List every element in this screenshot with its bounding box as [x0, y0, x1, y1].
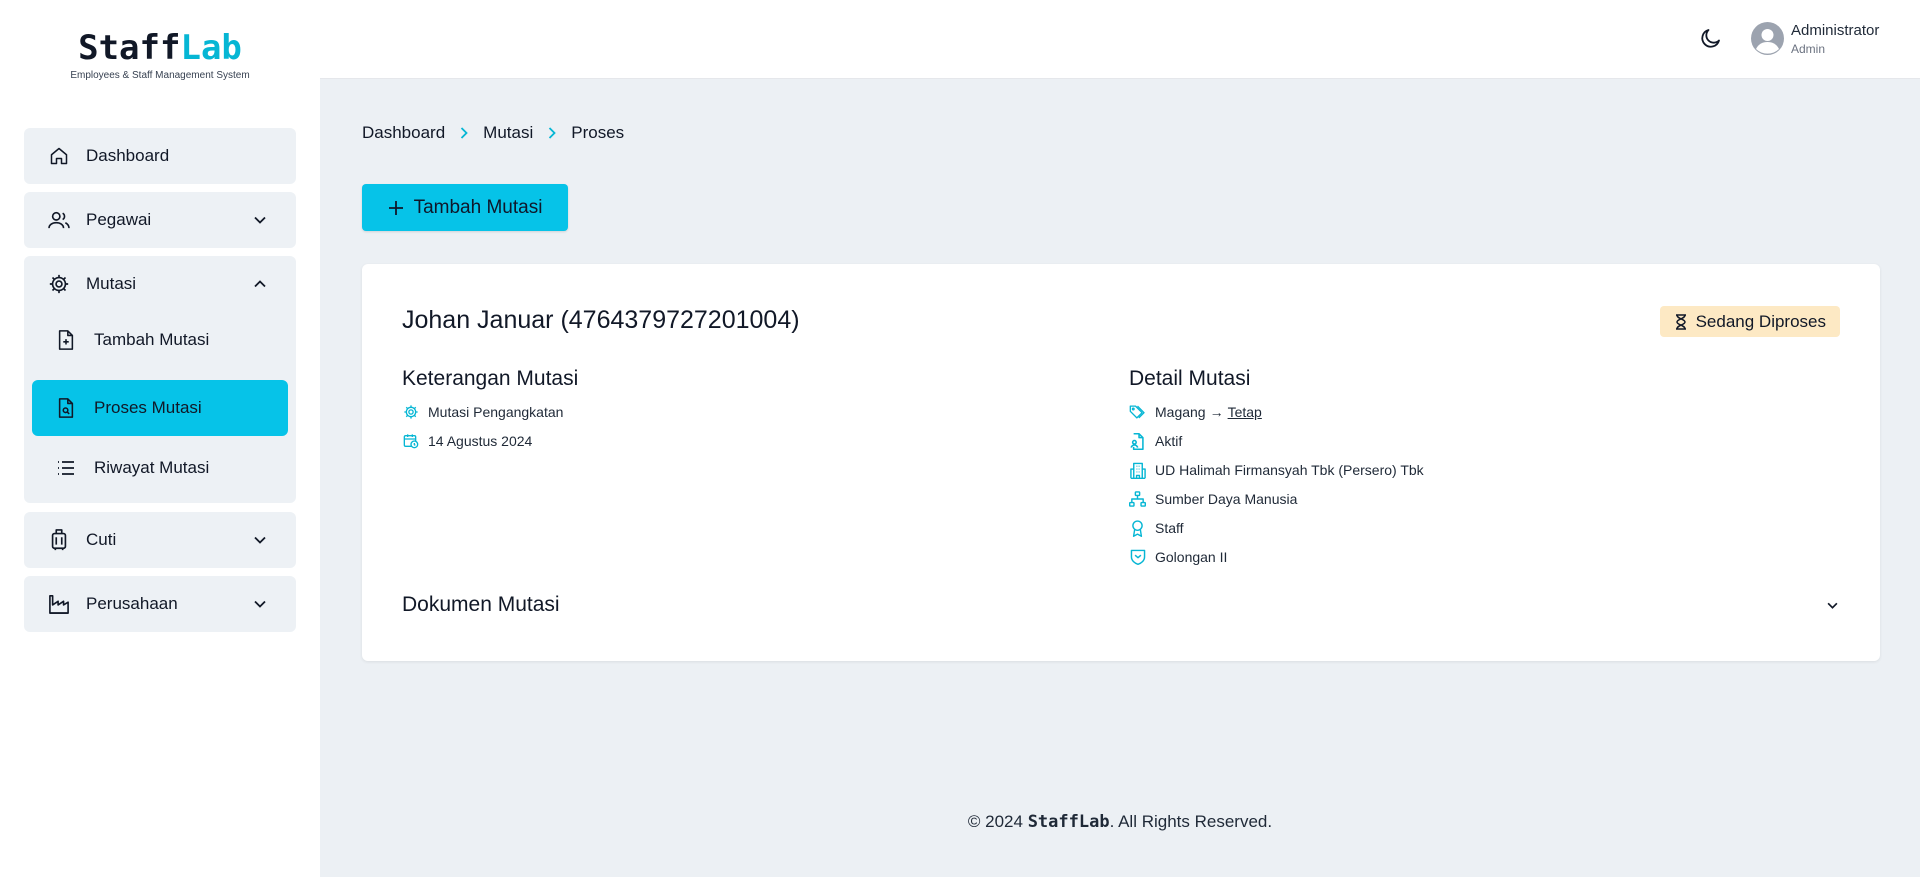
brand-name: StaffLab [0, 28, 320, 68]
sidebar-item-mutasi[interactable]: Mutasi [24, 256, 296, 312]
user-role: Admin [1791, 42, 1826, 56]
add-mutasi-button[interactable]: Tambah Mutasi [362, 184, 568, 231]
chevron-right-icon [457, 126, 471, 140]
mutation-type: Mutasi Pengangkatan [402, 402, 563, 422]
breadcrumb-dashboard[interactable]: Dashboard [362, 123, 445, 143]
status-text: Sedang Diproses [1695, 311, 1826, 331]
chevron-down-icon[interactable] [1824, 597, 1840, 613]
sidebar-group-mutasi: Mutasi Tambah Mutasi Proses Mutasi Riway… [24, 256, 296, 503]
file-plus-icon [56, 330, 76, 350]
grade-text: Golongan II [1155, 549, 1228, 565]
main-content: Dashboard Mutasi Proses Tambah Mutasi Jo… [320, 79, 1920, 877]
tags-icon [1129, 404, 1146, 421]
file-user-icon [1129, 432, 1146, 450]
company: UD Halimah Firmansyah Tbk (Persero) Tbk [1129, 460, 1424, 480]
list-icon [56, 458, 76, 478]
position-text: Staff [1155, 520, 1184, 536]
chevron-down-icon [252, 532, 268, 548]
chevron-up-icon [252, 276, 268, 292]
footer: © 2024 StaffLab. All Rights Reserved. [320, 812, 1920, 832]
award-icon [1129, 519, 1146, 537]
employment-status: Aktif [1129, 431, 1182, 451]
user-name[interactable]: Administrator [1791, 22, 1879, 39]
position: Staff [1129, 518, 1184, 538]
gear-icon [48, 273, 70, 295]
chevron-down-icon [252, 212, 268, 228]
breadcrumb-mutasi[interactable]: Mutasi [483, 123, 533, 143]
brand-name-part1: Staff [78, 28, 181, 68]
factory-icon [48, 593, 70, 615]
keterangan-title: Keterangan Mutasi [402, 367, 579, 390]
detail-title: Detail Mutasi [1129, 367, 1251, 390]
sidebar-subitem-riwayat-mutasi[interactable]: Riwayat Mutasi [32, 440, 288, 496]
grade: Golongan II [1129, 547, 1227, 567]
status-from: Magang [1155, 404, 1206, 420]
department: Sumber Daya Manusia [1129, 489, 1297, 509]
department-text: Sumber Daya Manusia [1155, 491, 1298, 507]
footer-brand: StaffLab [1027, 812, 1110, 832]
plus-icon [388, 200, 404, 216]
gear-icon [402, 404, 419, 421]
mutation-card: Johan Januar (4764379727201004) Sedang D… [362, 264, 1880, 661]
chevron-down-icon [252, 596, 268, 612]
brand-tagline: Employees & Staff Management System [70, 70, 250, 81]
arrow-right-icon: → [1209, 404, 1224, 420]
status-change: Magang → Tetap [1129, 402, 1262, 422]
sidebar-subitem-proses-mutasi[interactable]: Proses Mutasi [32, 380, 288, 436]
home-icon [48, 145, 70, 167]
status-to: Tetap [1227, 404, 1262, 420]
status-badge: Sedang Diproses [1659, 306, 1840, 337]
shield-chevron-icon [1129, 549, 1146, 566]
avatar[interactable] [1751, 22, 1784, 55]
breadcrumb: Dashboard Mutasi Proses [362, 123, 624, 143]
employee-name: Johan Januar (4764379727201004) [402, 306, 800, 334]
add-mutasi-label: Tambah Mutasi [413, 196, 543, 218]
chevron-right-icon [545, 126, 559, 140]
mutation-date-text: 14 Agustus 2024 [428, 433, 533, 449]
sidebar-subitem-label: Tambah Mutasi [94, 330, 210, 349]
sidebar-subitem-label: Riwayat Mutasi [94, 458, 210, 477]
luggage-icon [48, 529, 70, 551]
footer-prefix: © 2024 [967, 812, 1028, 831]
sidebar-item-pegawai[interactable]: Pegawai [24, 192, 296, 248]
hourglass-icon [1674, 313, 1688, 331]
sidebar-subitem-tambah-mutasi[interactable]: Tambah Mutasi [32, 312, 288, 368]
sidebar-item-label: Dashboard [86, 146, 170, 165]
brand-name-part2: Lab [180, 28, 242, 68]
company-text: UD Halimah Firmansyah Tbk (Persero) Tbk [1155, 462, 1424, 478]
sidebar-subitem-label: Proses Mutasi [94, 398, 202, 417]
sidebar-item-label: Perusahaan [86, 594, 178, 613]
calendar-clock-icon [402, 433, 419, 450]
brand-logo[interactable]: StaffLab Employees & Staff Management Sy… [0, 28, 320, 81]
footer-suffix: . All Rights Reserved. [1109, 812, 1273, 831]
file-search-icon [56, 398, 76, 418]
sidebar: StaffLab Employees & Staff Management Sy… [0, 0, 320, 877]
building-icon [1129, 462, 1146, 479]
sidebar-item-perusahaan[interactable]: Perusahaan [24, 576, 296, 632]
top-header [320, 0, 1920, 79]
moon-icon[interactable] [1698, 24, 1724, 52]
users-icon [48, 209, 70, 231]
sidebar-item-label: Mutasi [86, 274, 137, 293]
mutation-date: 14 Agustus 2024 [402, 431, 532, 451]
documents-title[interactable]: Dokumen Mutasi [402, 593, 560, 617]
sidebar-item-label: Pegawai [86, 210, 152, 229]
sidebar-item-label: Cuti [86, 530, 117, 549]
mutation-type-text: Mutasi Pengangkatan [428, 404, 564, 420]
sidebar-item-cuti[interactable]: Cuti [24, 512, 296, 568]
network-icon [1129, 491, 1146, 508]
sidebar-item-dashboard[interactable]: Dashboard [24, 128, 296, 184]
employment-text: Aktif [1155, 433, 1183, 449]
breadcrumb-proses: Proses [571, 123, 625, 142]
